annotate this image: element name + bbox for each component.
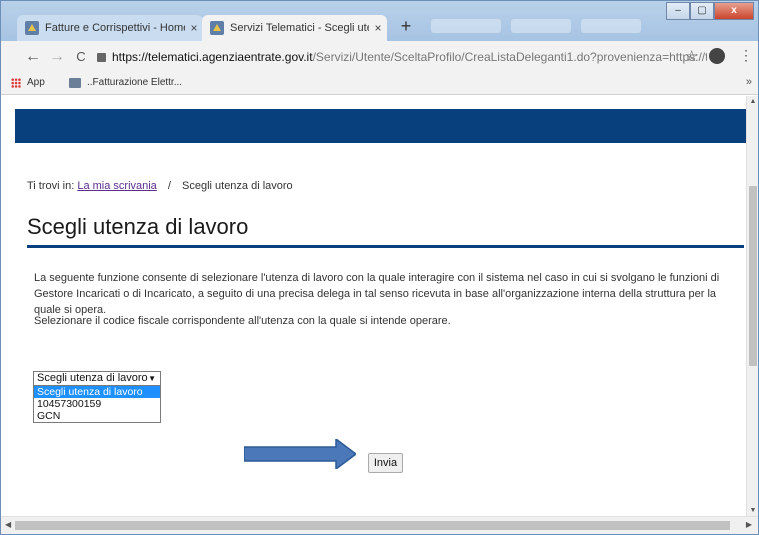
breadcrumb: Ti trovi in: La mia scrivania / Scegli u… (27, 180, 293, 192)
select-option[interactable]: Scegli utenza di lavoro (34, 386, 160, 398)
tab-title: Servizi Telematici - Scegli utenza (230, 22, 369, 34)
back-arrow-icon[interactable]: ← (23, 47, 43, 67)
window-controls: – ▢ x (666, 2, 754, 20)
breadcrumb-prefix: Ti trovi in: (27, 180, 75, 192)
tab-title: Fatture e Corrispettivi - Home (45, 22, 185, 34)
breadcrumb-current: Scegli utenza di lavoro (182, 180, 293, 192)
close-window-button[interactable]: x (714, 2, 754, 20)
breadcrumb-link-scrivania[interactable]: La mia scrivania (77, 180, 156, 192)
agenzia-entrate-favicon-icon (25, 21, 39, 35)
select-option[interactable]: GCN (34, 410, 160, 422)
tab-fatture[interactable]: Fatture e Corrispettivi - Home × (17, 15, 203, 41)
address-bar[interactable]: https://telematici.agenziaentrate.gov.it… (97, 46, 707, 68)
utenza-select[interactable]: Scegli utenza di lavoro ▼ Scegli utenza … (33, 371, 161, 423)
bookmarks-bar: App ..Fatturazione Elettr... » (1, 73, 758, 95)
profile-avatar-icon[interactable] (709, 48, 725, 64)
invia-button[interactable]: Invia (368, 453, 403, 473)
scroll-left-icon[interactable]: ◀ (5, 520, 11, 529)
bookmark-star-icon[interactable]: ☆ (685, 47, 698, 65)
scroll-thumb[interactable] (749, 186, 757, 366)
pointing-arrow-icon (244, 439, 356, 469)
tab-servizi-telematici[interactable]: Servizi Telematici - Scegli utenza × (202, 15, 387, 41)
bookmark-label: App (27, 77, 45, 88)
dropdown-arrow-icon: ▼ (148, 374, 156, 383)
scroll-up-icon[interactable]: ▲ (749, 98, 757, 105)
bookmark-apps[interactable]: App (11, 77, 45, 88)
tab-close-icon[interactable]: × (369, 21, 387, 35)
select-current-value[interactable]: Scegli utenza di lavoro ▼ (33, 371, 161, 386)
bookmark-favicon-icon (69, 77, 81, 88)
bookmark-fatturazione[interactable]: ..Fatturazione Elettr... (69, 77, 182, 88)
apps-grid-icon (11, 77, 21, 88)
minimize-button[interactable]: – (666, 2, 690, 20)
forward-arrow-icon[interactable]: → (47, 47, 67, 67)
vertical-scrollbar[interactable]: ▲ ▼ (746, 96, 758, 516)
browser-window: Fatture e Corrispettivi - Home × Servizi… (0, 0, 759, 535)
title-underline (27, 245, 744, 248)
blurred-tab (511, 19, 571, 33)
reload-icon[interactable]: C (71, 47, 91, 67)
breadcrumb-separator: / (167, 180, 171, 192)
horizontal-scrollbar[interactable]: ◀ ▶ (1, 516, 758, 534)
instruction-text: Selezionare il codice fiscale corrispond… (34, 315, 451, 327)
agenzia-entrate-favicon-icon (210, 21, 224, 35)
blurred-tab (431, 19, 501, 33)
new-tab-button[interactable]: + (395, 17, 417, 37)
page-viewport: Ti trovi in: La mia scrivania / Scegli u… (1, 96, 746, 516)
browser-menu-icon[interactable]: ⋮ (739, 47, 753, 64)
title-bar: Fatture e Corrispettivi - Home × Servizi… (1, 1, 758, 41)
select-option[interactable]: 10457300159 (34, 398, 160, 410)
site-header-bar (15, 109, 746, 143)
lock-icon (97, 53, 106, 62)
browser-toolbar: ← → C https://telematici.agenziaentrate.… (1, 41, 758, 73)
tab-close-icon[interactable]: × (185, 21, 203, 35)
scroll-thumb[interactable] (15, 521, 730, 530)
scroll-right-icon[interactable]: ▶ (746, 520, 752, 529)
page-title: Scegli utenza di lavoro (27, 214, 249, 239)
maximize-button[interactable]: ▢ (690, 2, 714, 20)
scroll-down-icon[interactable]: ▼ (749, 507, 757, 514)
bookmark-label: ..Fatturazione Elettr... (87, 77, 183, 88)
more-bookmarks-icon[interactable]: » (746, 76, 752, 88)
select-options-list: Scegli utenza di lavoro 10457300159 GCN (33, 386, 161, 423)
blurred-tab (581, 19, 641, 33)
url-host: https://telematici.agenziaentrate.gov.it (112, 50, 313, 64)
url-path: /Servizi/Utente/SceltaProfilo/CreaListaD… (312, 50, 707, 64)
description-text: La seguente funzione consente di selezio… (34, 272, 720, 316)
